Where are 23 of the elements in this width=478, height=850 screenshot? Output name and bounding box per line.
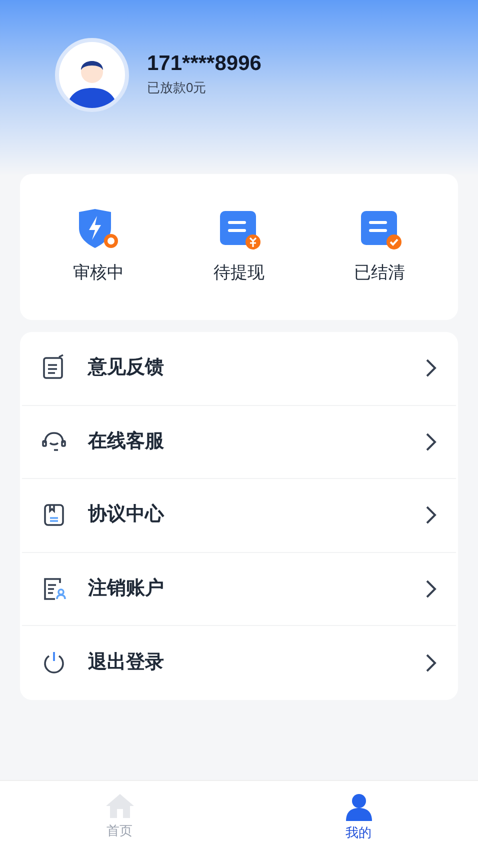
status-item[interactable]: 已结清 <box>330 208 430 286</box>
menu-label: 在线客服 <box>88 430 165 454</box>
chevron-right-icon <box>424 432 438 452</box>
chevron-right-icon <box>424 358 438 378</box>
chevron-right-icon <box>424 653 438 674</box>
menu-label: 协议中心 <box>88 502 166 528</box>
status-item[interactable]: 待提现 <box>188 208 289 286</box>
status-item[interactable]: 审核中 <box>48 208 148 286</box>
menu-label: 注销账户 <box>88 576 165 601</box>
menu-label: 意见反馈 <box>88 356 165 380</box>
menu-item[interactable]: 退出登录 <box>22 626 456 700</box>
tab[interactable]: 我的 <box>239 781 478 850</box>
menu-item[interactable]: 协议中心 <box>22 479 456 553</box>
chevron-right-icon <box>424 579 438 600</box>
chevron-right-icon <box>424 505 438 526</box>
phone-number: 171****8996 <box>147 52 262 74</box>
menu-label: 退出登录 <box>88 650 165 675</box>
menu-item[interactable]: 在线客服 <box>22 406 456 480</box>
person-icon <box>344 793 374 821</box>
house-icon <box>104 793 134 819</box>
loan-amount: 已放款0元 <box>147 78 208 97</box>
menu-item[interactable]: 注销账户 <box>22 552 456 626</box>
menu-item[interactable]: 意见反馈 <box>22 332 456 406</box>
